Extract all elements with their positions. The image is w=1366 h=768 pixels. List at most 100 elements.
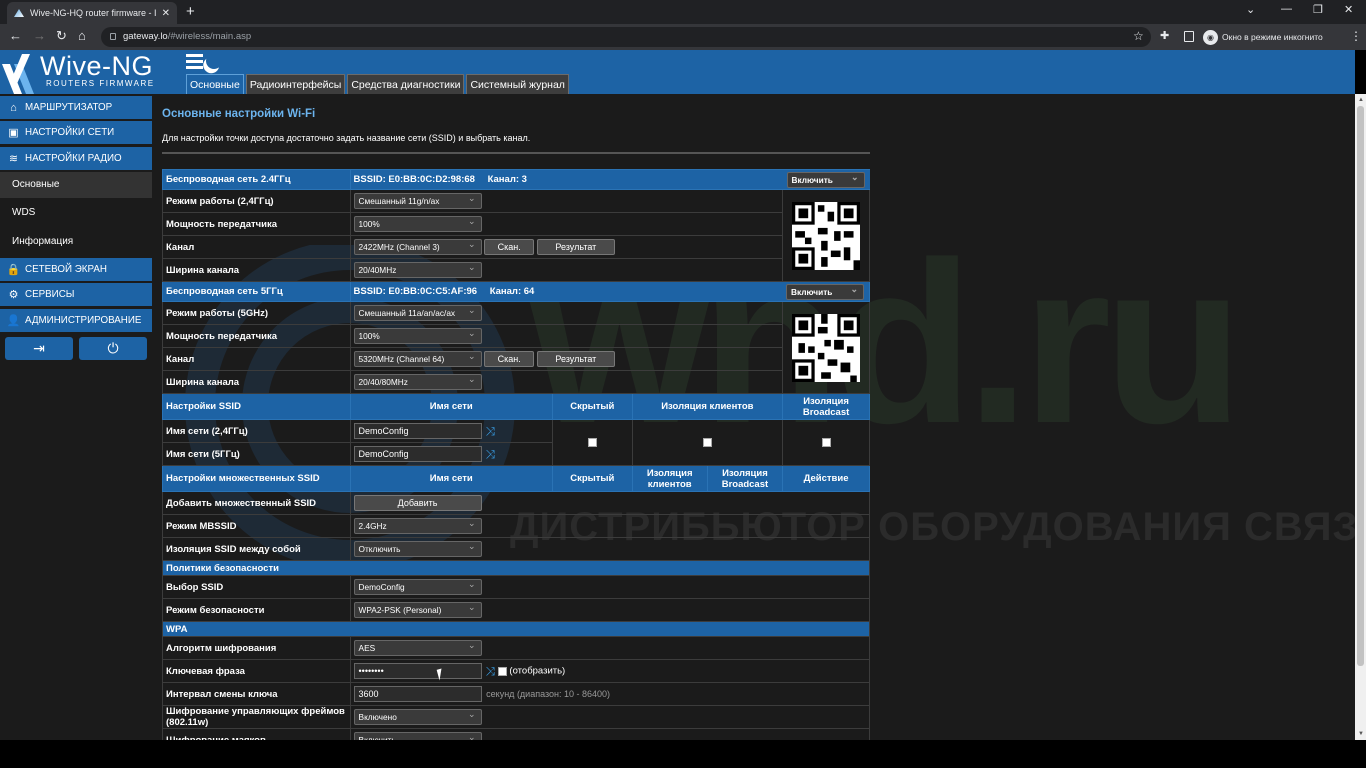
band5-channel-cell: 5320MHz (Channel 64) Скан. Результат [349,347,784,371]
incognito-icon: ◉ [1203,29,1218,45]
ssid-hidden-checkbox[interactable] [587,437,597,447]
tab-syslog[interactable]: Системный журнал [466,74,569,94]
menu-icon[interactable] [186,54,203,69]
band5-result-button[interactable]: Результат [536,351,615,367]
sidebar-item-label: НАСТРОЙКИ РАДИО [25,153,122,164]
band24-channel-info: Канал: 3 [487,174,527,185]
tab-title: Wive-NG-HQ router firmware - Ir [30,8,156,18]
band5-header-row: Беспроводная сеть 5ГГц BSSID: E0:BB:0C:C… [162,281,871,302]
theme-moon-icon[interactable] [204,51,225,72]
wifi-icon: ≋ [8,153,19,165]
band24-power-select[interactable]: 100% [353,216,482,232]
security-mode-select[interactable]: WPA2-PSK (Personal) [353,602,482,618]
ssid-col-name: Имя сети [349,393,554,420]
mbssid-mode-cell: 2.4GHz [349,514,871,538]
shuffle-icon[interactable]: ⤨ [486,424,496,439]
scroll-down-icon[interactable]: ▼ [1358,731,1364,737]
sidebar-item-network[interactable]: ▣ НАСТРОЙКИ СЕТИ [0,121,152,144]
band5-mode-select[interactable]: Смешанный 11a/an/ac/ax [353,305,482,321]
reload-icon[interactable]: ↻ [56,29,67,43]
wpa-beacon-row: Шифрование маяков Включить [162,728,871,740]
lock-icon: 🔒 [6,264,21,276]
sidebar-item-firewall[interactable]: 🔒 СЕТЕВОЙ ЭКРАН [0,258,152,281]
wpa-pmf-select[interactable]: Включено [353,709,482,725]
restore-icon[interactable]: ❐ [1313,3,1323,16]
sidebar-subitem-info[interactable]: Информация [0,229,152,255]
forward-icon[interactable]: → [33,29,46,43]
band24-enable-select[interactable]: Включить [786,172,865,188]
tab-radio[interactable]: Радиоинтерфейсы [245,74,346,94]
extensions-icon[interactable]: ✚ [1160,29,1169,42]
close-tab-icon[interactable]: ✕ [162,8,170,19]
ssid5-input[interactable]: DemoConfig [353,446,482,462]
tab-diagnostics[interactable]: Средства диагностики [347,74,465,94]
wifi-settings-table: Беспроводная сеть 2.4ГГц BSSID: E0:BB:0C… [162,169,871,740]
band5-power-select[interactable]: 100% [353,328,482,344]
band24-bssid: BSSID: E0:BB:0C:D2:98:68 [353,174,475,185]
mbssid-add-button[interactable]: Добавить [353,495,482,511]
sidebar-subitem-basic[interactable]: Основные [0,172,152,198]
wpa-interval-input[interactable]: 3600 [353,686,482,702]
reboot-button[interactable]: ⏻ [79,337,147,360]
wpa-beacon-label: Шифрование маяков [162,728,351,740]
content-intro: Основные настройки Wi-Fi Для настройки т… [162,108,870,154]
ssid-broadcast-checkbox[interactable] [821,437,831,447]
tab-search-icon[interactable]: ⌄ [1246,3,1255,16]
new-tab-icon[interactable]: + [186,3,195,20]
sidebar-item-radio[interactable]: ≋ НАСТРОЙКИ РАДИО [0,147,152,170]
band5-qr-code [792,313,861,382]
sidebar-subitem-wds[interactable]: WDS [0,200,152,226]
band24-width-select[interactable]: 20/40MHz [353,262,482,278]
shuffle-icon[interactable]: ⤨ [486,447,496,462]
band5-channel-row: Канал 5320MHz (Channel 64) Скан. Результ… [162,347,870,371]
shuffle-icon[interactable]: ⤨ [486,664,496,679]
band24-channel-select[interactable]: 2422MHz (Channel 3) [353,239,482,255]
band5-scan-button[interactable]: Скан. [484,351,535,367]
band5-width-row: Ширина канала 20/40/80MHz [162,370,870,394]
band5-channel-select[interactable]: 5320MHz (Channel 64) [353,351,482,367]
sidebar-item-services[interactable]: ⚙ СЕРВИСЫ [0,283,152,306]
page-title: Основные настройки Wi-Fi [162,108,316,120]
band24-result-button[interactable]: Результат [536,239,615,255]
ssid-broadcast-cell [782,419,870,466]
ssid-isolation-checkbox[interactable] [702,437,712,447]
home-icon[interactable]: ⌂ [78,29,86,43]
url-host: gateway.lo [123,31,168,42]
scrollbar-thumb[interactable] [1357,106,1364,666]
band24-mode-select[interactable]: Смешанный 11g/n/ax [353,193,482,209]
scroll-up-icon[interactable]: ▲ [1358,97,1364,103]
browser-tab[interactable]: Wive-NG-HQ router firmware - Ir ✕ [7,2,177,24]
close-window-icon[interactable]: ✕ [1344,3,1353,16]
band5-enable-select[interactable]: Включить [786,284,864,300]
sidebar-item-router[interactable]: ⌂ МАРШРУТИЗАТОР [0,96,152,119]
mbssid-isolation-select[interactable]: Отключить [353,541,482,557]
sidepanel-icon[interactable] [1184,31,1194,42]
tab-basic[interactable]: Основные [186,74,244,94]
band24-power-cell: 100% [349,212,784,236]
ssid24-input[interactable]: DemoConfig [353,423,482,439]
wpa-beacon-cell: Включить [349,728,871,740]
minimize-icon[interactable]: — [1281,3,1292,15]
logout-button[interactable]: ⇥ [5,337,73,360]
wpa-beacon-select[interactable]: Включить [353,732,482,740]
wpa-alg-select[interactable]: AES [353,640,482,656]
sidebar-item-label: АДМИНИСТРИРОВАНИЕ [25,315,142,326]
show-key-checkbox[interactable] [497,666,507,676]
router-header: Wive-NG ROUTERS FIRMWARE Основные Радиои… [0,50,1355,94]
band24-info: BSSID: E0:BB:0C:D2:98:68 Канал: 3 Включи… [349,169,870,190]
back-icon[interactable]: ← [9,29,22,43]
security-ssid-select[interactable]: DemoConfig [353,579,482,595]
url-field[interactable]: gateway.lo/#wireless/main.asp [101,27,1151,47]
band5-width-select[interactable]: 20/40/80MHz [353,374,482,390]
page-scrollbar[interactable]: ▲ ▼ [1355,94,1366,740]
wpa-key-input[interactable]: •••••••• [353,663,482,679]
mbssid-mode-select[interactable]: 2.4GHz [353,518,482,534]
sidebar-item-admin[interactable]: 👤 АДМИНИСТРИРОВАНИЕ [0,309,152,332]
ssid24-label: Имя сети (2,4ГГц) [162,419,351,443]
incognito-indicator[interactable]: ◉ Окно в режиме инкогнито [1203,28,1323,46]
band5-header: Беспроводная сеть 5ГГц [162,281,351,302]
browser-menu-icon[interactable]: ⋮ [1350,29,1362,43]
ssid-isolation-cell [631,419,784,466]
bookmark-star-icon[interactable]: ☆ [1133,29,1144,43]
band24-scan-button[interactable]: Скан. [484,239,535,255]
